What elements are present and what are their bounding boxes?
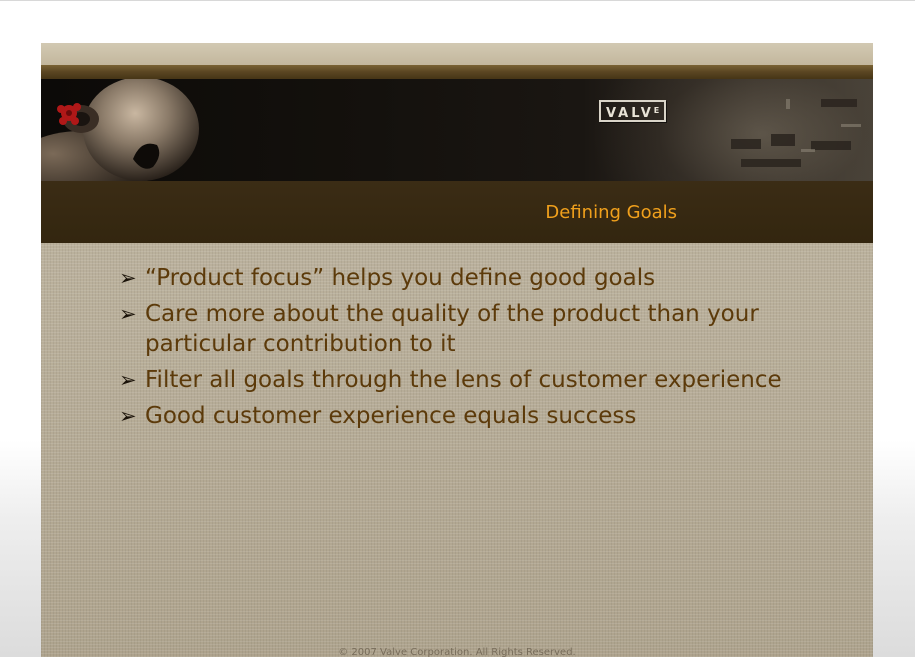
arrow-right-icon: ➢ bbox=[119, 368, 137, 392]
screen: VALVE Defining Goals ➢ “Product focus” he… bbox=[0, 0, 915, 657]
bullet-item: ➢ “Product focus” helps you define good g… bbox=[119, 263, 839, 293]
slide-title: Defining Goals bbox=[545, 202, 677, 223]
arrow-right-icon: ➢ bbox=[119, 302, 137, 326]
bullet-text: Filter all goals through the lens of cus… bbox=[145, 367, 782, 393]
copyright-footer: © 2007 Valve Corporation. All Rights Res… bbox=[338, 647, 576, 657]
bullet-text: “Product focus” helps you define good go… bbox=[145, 265, 656, 291]
bullet-item: ➢ Care more about the quality of the prod… bbox=[119, 299, 839, 359]
bullet-text: Care more about the quality of the produ… bbox=[145, 301, 759, 357]
arrow-right-icon: ➢ bbox=[119, 404, 137, 428]
bald-head-valve-art-icon bbox=[41, 79, 861, 181]
presentation-slide: VALVE Defining Goals ➢ “Product focus” he… bbox=[41, 43, 873, 657]
bullet-item: ➢ Good customer experience equals success bbox=[119, 401, 839, 431]
title-band bbox=[41, 181, 873, 243]
arrow-right-icon: ➢ bbox=[119, 266, 137, 290]
header-artwork: VALVE bbox=[41, 79, 873, 181]
bullet-list: ➢ “Product focus” helps you define good g… bbox=[119, 263, 839, 437]
slide-top-band bbox=[41, 43, 873, 65]
valve-logo: VALVE bbox=[599, 100, 667, 122]
slide-brown-stripe bbox=[41, 65, 873, 79]
bullet-text: Good customer experience equals success bbox=[145, 403, 637, 429]
top-divider bbox=[0, 0, 915, 1]
bullet-item: ➢ Filter all goals through the lens of cu… bbox=[119, 365, 839, 395]
